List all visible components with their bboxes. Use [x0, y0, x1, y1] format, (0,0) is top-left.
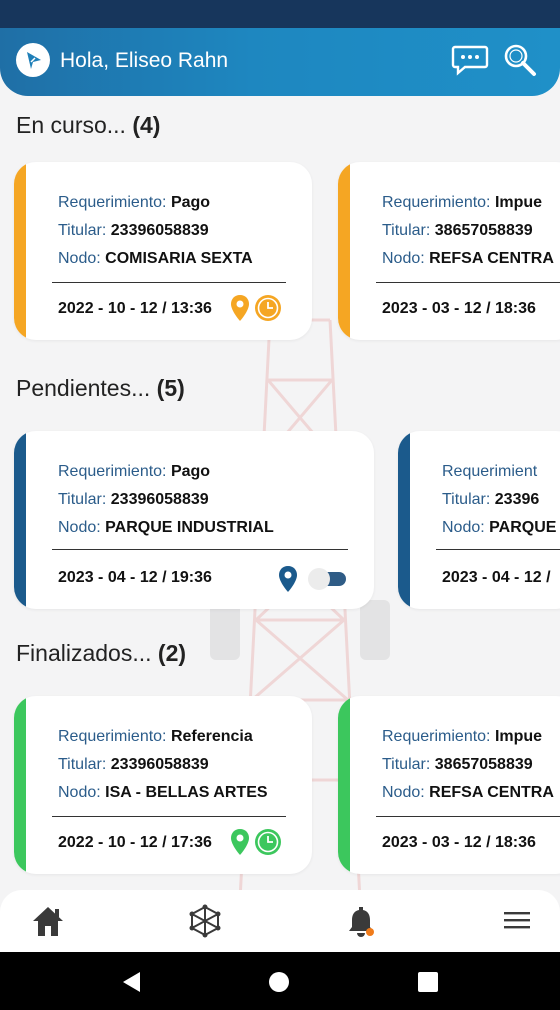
titular-row: Titular: 23396058839 [58, 491, 209, 508]
request-date: 2023 - 03 - 12 / 18:36 [382, 300, 536, 317]
toggle-switch[interactable] [306, 566, 348, 592]
requerimiento-row: Requerimiento: Impue [382, 728, 543, 745]
logo-icon[interactable] [16, 43, 50, 77]
titular-row: Titular: 23396 [442, 491, 540, 508]
location-pin-icon[interactable] [278, 565, 298, 593]
search-icon[interactable] [502, 42, 538, 83]
divider [376, 282, 560, 283]
request-date: 2022 - 10 - 12 / 13:36 [58, 300, 212, 317]
location-pin-icon[interactable] [230, 294, 250, 322]
requerimiento-row: Requerimient [442, 463, 538, 480]
request-date: 2023 - 04 - 12 / 19:36 [58, 569, 212, 586]
request-date: 2023 - 04 - 12 / [442, 569, 551, 586]
divider [52, 816, 286, 817]
nodo-row: Nodo: COMISARIA SEXTA [58, 250, 253, 267]
home-circle-icon[interactable] [268, 971, 290, 993]
titular-row: Titular: 38657058839 [382, 222, 533, 239]
requerimiento-row: Requerimiento: Pago [58, 194, 211, 211]
request-card[interactable]: Requerimiento: Impue Titular: 3865705883… [338, 696, 560, 874]
home-icon[interactable] [30, 904, 66, 943]
request-date: 2023 - 03 - 12 / 18:36 [382, 834, 536, 851]
divider [436, 549, 560, 550]
nodo-row: Nodo: PARQUE INDUSTRIAL [58, 519, 274, 536]
requerimiento-row: Requerimiento: Pago [58, 463, 211, 480]
notifications-icon[interactable] [344, 904, 378, 943]
status-stripe [338, 162, 350, 340]
request-card[interactable]: Requerimient Titular: 23396 Nodo: PARQUE… [398, 431, 560, 609]
nodo-row: Nodo: ISA - BELLAS ARTES [58, 784, 268, 801]
divider [52, 282, 286, 283]
request-date: 2022 - 10 - 12 / 17:36 [58, 834, 212, 851]
section-title-en-curso: En curso... (4) [16, 112, 161, 138]
divider [376, 816, 560, 817]
app-header: Hola, Eliseo Rahn [0, 28, 560, 96]
nodo-row: Nodo: PARQUE [442, 519, 557, 536]
divider [52, 549, 348, 550]
status-stripe [14, 696, 26, 874]
requerimiento-row: Requerimiento: Impue [382, 194, 543, 211]
requerimiento-row: Requerimiento: Referencia [58, 728, 253, 745]
titular-row: Titular: 23396058839 [58, 222, 209, 239]
greeting-text: Hola, Eliseo Rahn [60, 49, 229, 72]
status-stripe [398, 431, 410, 609]
titular-row: Titular: 23396058839 [58, 756, 209, 773]
titular-row: Titular: 38657058839 [382, 756, 533, 773]
request-card[interactable]: Requerimiento: Pago Titular: 23396058839… [14, 431, 374, 609]
status-stripe [338, 696, 350, 874]
status-stripe [14, 431, 26, 609]
chat-icon[interactable] [451, 44, 489, 81]
status-stripe [14, 162, 26, 340]
section-title-finalizados: Finalizados... (2) [16, 640, 187, 666]
bottom-navigation [0, 890, 560, 952]
notification-dot [366, 928, 374, 936]
location-pin-icon[interactable] [230, 828, 250, 856]
menu-icon[interactable] [504, 910, 530, 935]
clock-icon[interactable] [254, 828, 282, 856]
nodo-row: Nodo: REFSA CENTRA [382, 784, 554, 801]
request-card[interactable]: Requerimiento: Referencia Titular: 23396… [14, 696, 312, 874]
section-title-pendientes: Pendientes... (5) [16, 375, 185, 401]
request-card[interactable]: Requerimiento: Pago Titular: 23396058839… [14, 162, 312, 340]
recents-icon[interactable] [418, 972, 438, 992]
request-card[interactable]: Requerimiento: Impue Titular: 3865705883… [338, 162, 560, 340]
nodo-row: Nodo: REFSA CENTRA [382, 250, 554, 267]
network-icon[interactable] [188, 904, 222, 943]
system-navigation-bar [0, 952, 560, 1010]
clock-icon[interactable] [254, 294, 282, 322]
back-icon[interactable] [120, 970, 142, 994]
